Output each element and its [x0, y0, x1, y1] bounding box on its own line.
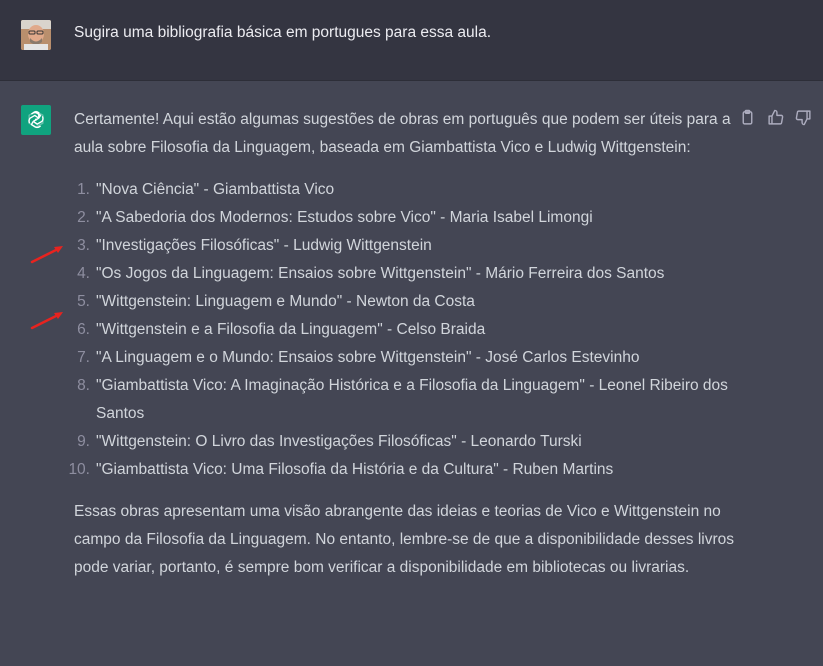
assistant-outro: Essas obras apresentam uma visão abrange… — [74, 503, 735, 576]
bibliography-item: 10. "Giambattista Vico: Uma Filosofia da … — [68, 456, 734, 484]
bibliography-item: 1. "Nova Ciência" - Giambattista Vico — [74, 176, 734, 204]
list-number: 5. — [77, 293, 90, 310]
list-item-text: "A Sabedoria dos Modernos: Estudos sobre… — [96, 209, 593, 226]
red-arrow-annotation-icon — [30, 246, 63, 264]
assistant-intro: Certamente! Aqui estão algumas sugestões… — [74, 111, 731, 156]
list-item-text: "Wittgenstein: Linguagem e Mundo" - Newt… — [96, 293, 475, 310]
list-number: 6. — [77, 321, 90, 338]
list-number: 7. — [77, 349, 90, 366]
list-item-text: "Giambattista Vico: Uma Filosofia da His… — [96, 461, 614, 478]
thumbs-down-icon[interactable] — [795, 109, 812, 126]
user-message-text: Sugira uma bibliografia básica em portug… — [74, 24, 492, 41]
bibliography-item: 2. "A Sabedoria dos Modernos: Estudos sob… — [74, 204, 734, 232]
red-arrow-annotation-icon — [30, 312, 63, 330]
bibliography-item: 4. "Os Jogos da Linguagem: Ensaios sobre … — [74, 260, 734, 288]
list-number: 4. — [77, 265, 90, 282]
list-number: 1. — [77, 181, 90, 198]
bibliography-item: 6. "Wittgenstein e a Filosofia da Linguag… — [74, 316, 734, 344]
bibliography-item: 9. "Wittgenstein: O Livro das Investigaçõ… — [74, 428, 734, 456]
list-number: 2. — [77, 209, 90, 226]
message-actions — [739, 109, 812, 126]
list-item-text: "Giambattista Vico: A Imaginação Históri… — [96, 377, 728, 422]
user-message-row: Sugira uma bibliografia básica em portug… — [0, 0, 823, 81]
list-number: 9. — [77, 433, 90, 450]
list-item-text: "Wittgenstein e a Filosofia da Linguagem… — [96, 321, 486, 338]
user-avatar — [21, 20, 51, 50]
list-item-text: "Nova Ciência" - Giambattista Vico — [96, 181, 335, 198]
list-item-text: "Os Jogos da Linguagem: Ensaios sobre Wi… — [96, 265, 665, 282]
list-item-text: "Investigações Filosóficas" - Ludwig Wit… — [96, 237, 432, 254]
copy-icon[interactable] — [739, 109, 756, 126]
list-item-text: "A Linguagem e o Mundo: Ensaios sobre Wi… — [96, 349, 640, 366]
bibliography-item: 3. "Investigações Filosóficas" - Ludwig W… — [74, 232, 734, 260]
thumbs-up-icon[interactable] — [767, 109, 784, 126]
list-item-text: "Wittgenstein: O Livro das Investigações… — [96, 433, 582, 450]
assistant-message-row: Certamente! Aqui estão algumas sugestões… — [0, 81, 823, 666]
list-number: 3. — [77, 237, 90, 254]
assistant-message-body: Certamente! Aqui estão algumas sugestões… — [68, 106, 735, 582]
list-number: 8. — [77, 377, 90, 394]
bibliography-list: 1. "Nova Ciência" - Giambattista Vico 2. "A… — [68, 176, 734, 484]
bibliography-item: 7. "A Linguagem e o Mundo: Ensaios sobre … — [74, 344, 734, 372]
chatgpt-logo-icon — [21, 105, 51, 135]
bibliography-item: 5. "Wittgenstein: Linguagem e Mundo" - Ne… — [74, 288, 734, 316]
list-number: 10. — [68, 461, 90, 478]
bibliography-item: 8. "Giambattista Vico: A Imaginação Histó… — [74, 372, 734, 428]
